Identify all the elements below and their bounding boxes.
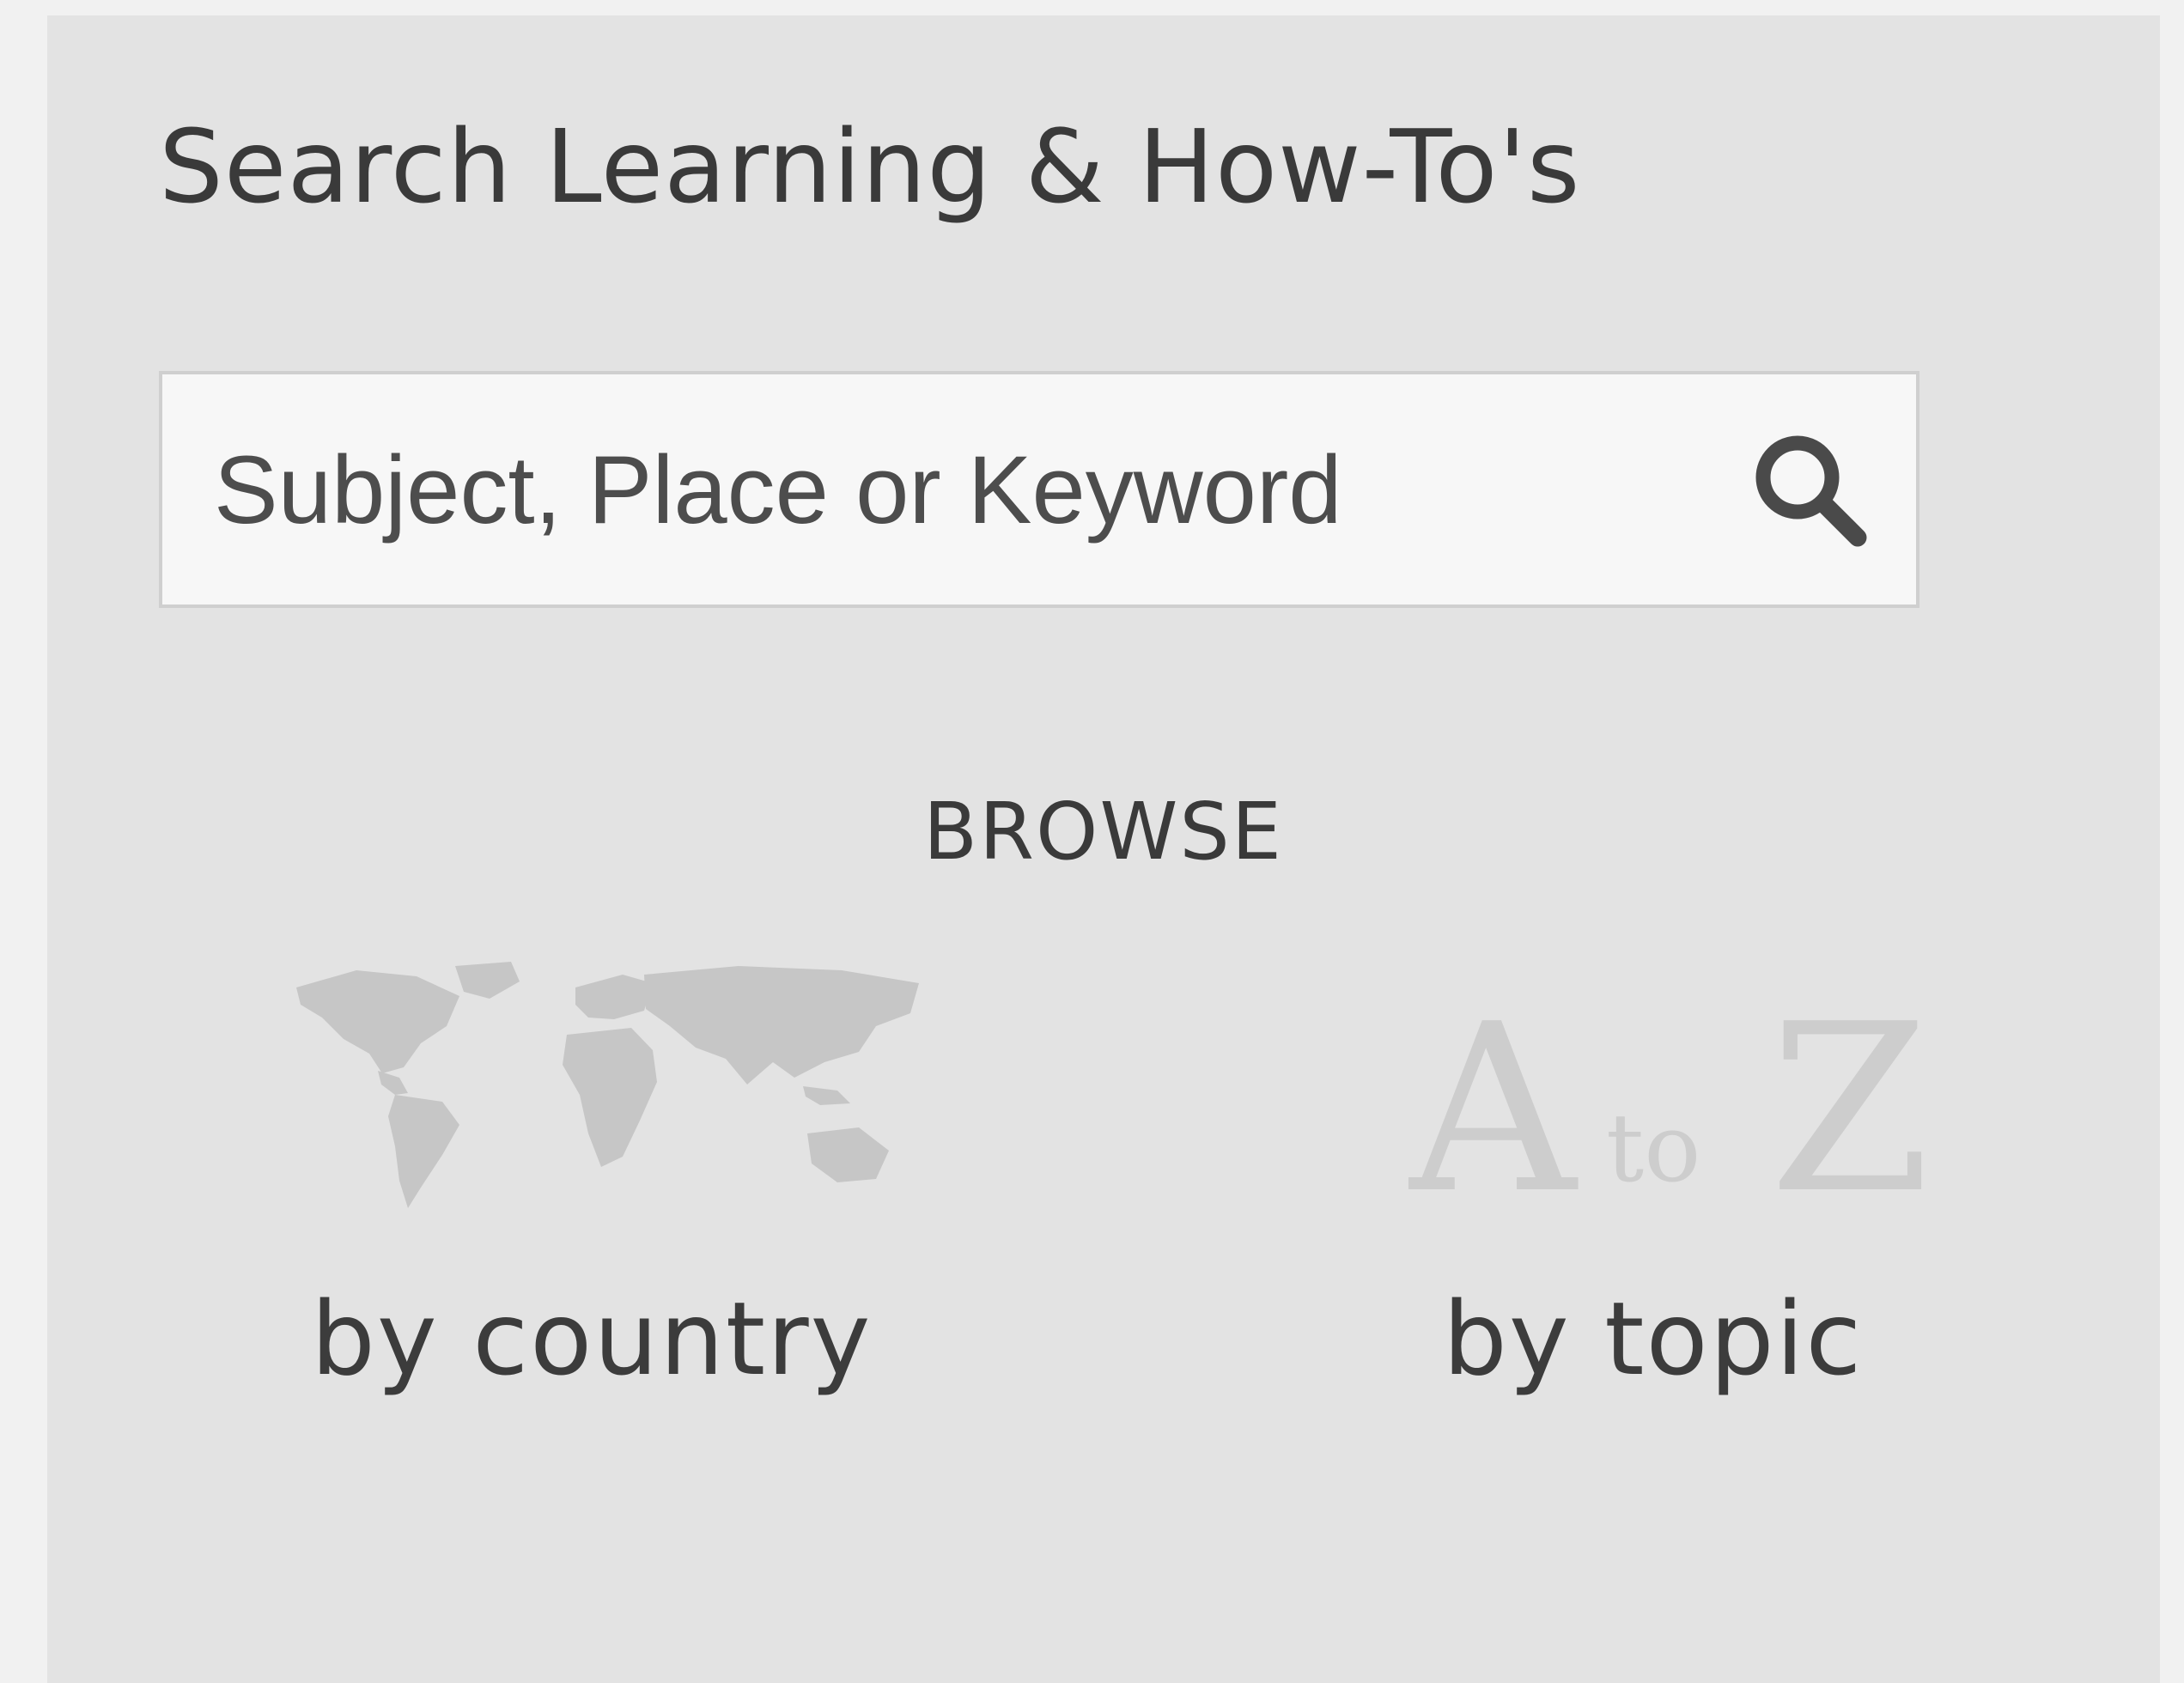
browse-by-topic-label: by topic <box>1443 1279 1864 1398</box>
browse-heading: BROWSE <box>923 786 1283 878</box>
widget-title: Search Learning & How-To's <box>159 107 1581 226</box>
svg-text:A: A <box>1408 974 1579 1224</box>
search-input[interactable] <box>214 374 1674 605</box>
search-box <box>159 371 1919 608</box>
search-icon <box>1755 435 1867 547</box>
world-map-icon <box>296 962 919 1208</box>
a-to-z-icon: A to Z <box>1408 974 1931 1224</box>
browse-by-topic-link[interactable]: A to Z by topic <box>1357 945 2044 1425</box>
svg-text:Z: Z <box>1769 974 1931 1224</box>
svg-text:to: to <box>1606 1093 1700 1203</box>
browse-by-country-label: by country <box>311 1279 873 1398</box>
search-button[interactable] <box>1744 424 1873 553</box>
browse-by-country-link[interactable]: by country <box>258 945 996 1425</box>
